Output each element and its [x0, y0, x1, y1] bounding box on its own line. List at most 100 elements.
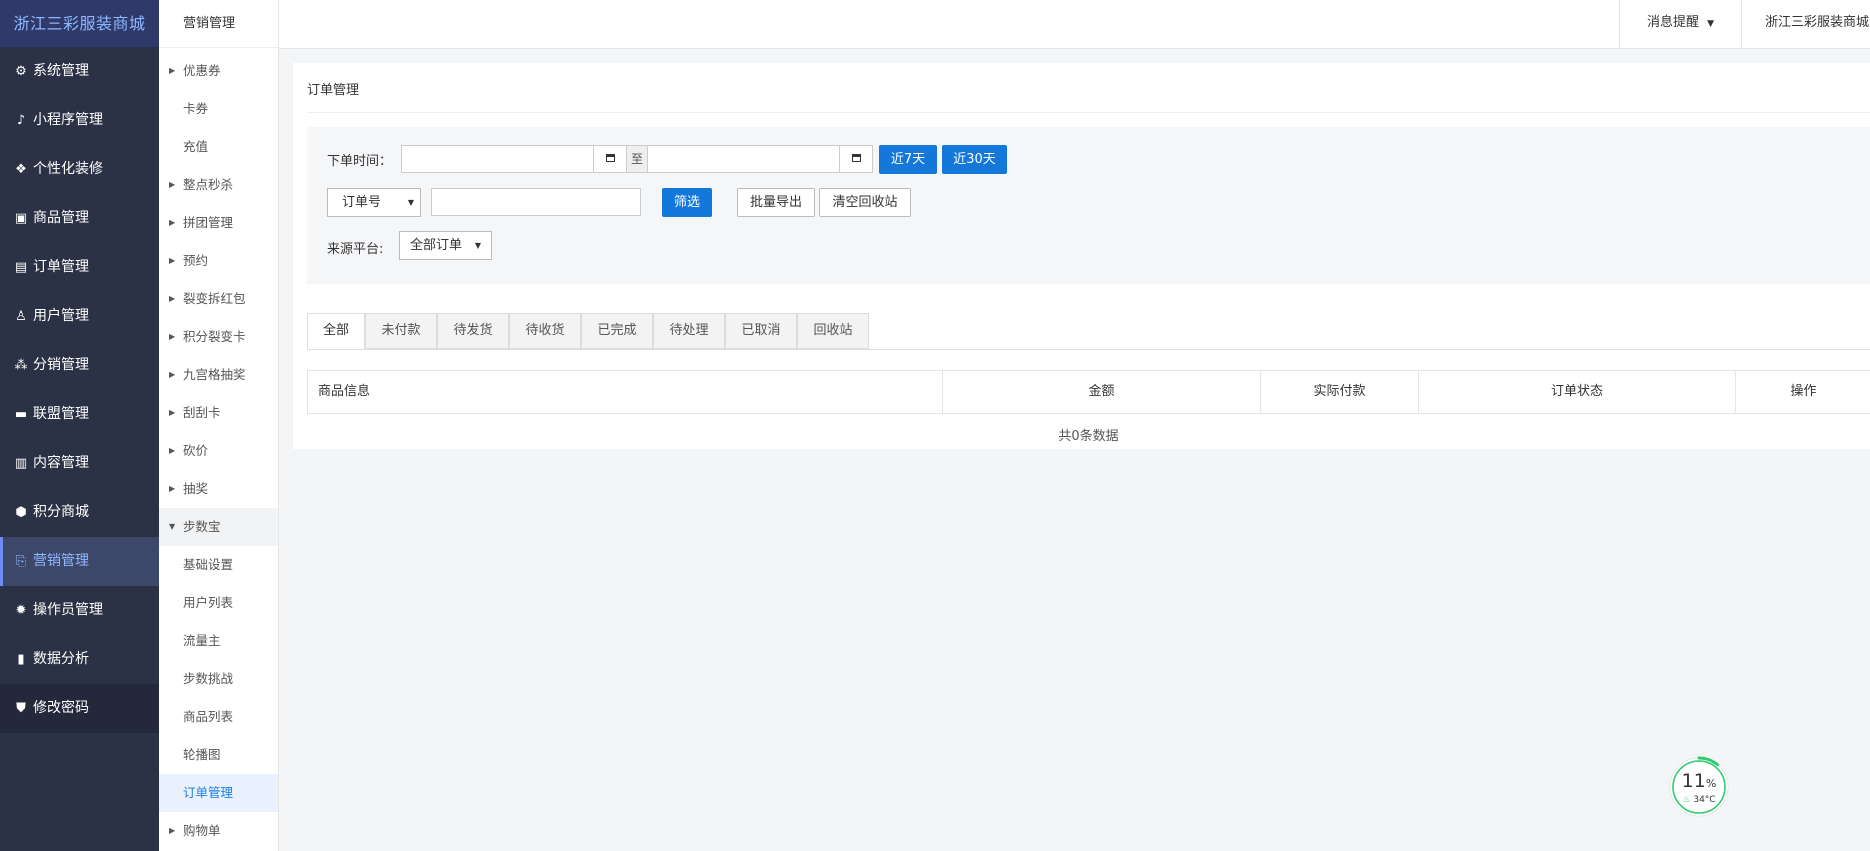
tab-unpaid[interactable]: 未付款 — [365, 313, 437, 349]
nav-item-points-mall[interactable]: ⬢ 积分商城 — [0, 488, 159, 537]
nav-item-users[interactable]: ♙ 用户管理 — [0, 292, 159, 341]
sub-item-label: 购物单 — [183, 823, 221, 838]
sub-item-appointment[interactable]: ▶ 预约 — [159, 242, 278, 280]
nav-label: 分销管理 — [33, 357, 89, 373]
tab-to-ship[interactable]: 待发货 — [437, 313, 509, 349]
title-divider — [307, 112, 1870, 113]
message-reminder-label: 消息提醒 — [1646, 15, 1699, 30]
nav-label: 内容管理 — [33, 455, 89, 471]
message-reminder-dropdown[interactable]: 消息提醒 ▼ — [1619, 0, 1742, 48]
chevron-down-icon: ▼ — [1707, 19, 1715, 29]
sub-item-grid-lottery[interactable]: ▶ 九宫格抽奖 — [159, 356, 278, 394]
sub-item-label: 积分裂变卡 — [183, 329, 246, 344]
sub-item-scratch-card[interactable]: ▶ 刮刮卡 — [159, 394, 278, 432]
sub-item-goods-list[interactable]: 商品列表 — [159, 698, 278, 736]
source-platform-value: 全部订单 — [410, 238, 463, 253]
nav-item-content[interactable]: ▥ 内容管理 — [0, 439, 159, 488]
sub-item-label: 流量主 — [183, 633, 221, 648]
tab-to-receive[interactable]: 待收货 — [509, 313, 581, 349]
sub-item-basic-settings[interactable]: 基础设置 — [159, 546, 278, 584]
search-type-value: 订单号 — [342, 195, 382, 210]
sub-item-label: 充值 — [183, 139, 209, 154]
caret-right-icon: ▶ — [169, 180, 176, 189]
sub-item-bargain[interactable]: ▶ 砍价 — [159, 432, 278, 470]
nav-item-operators[interactable]: ✹ 操作员管理 — [0, 586, 159, 635]
clear-recycle-button[interactable]: 清空回收站 — [819, 188, 911, 217]
sub-item-order-management[interactable]: 订单管理 — [159, 774, 278, 812]
alliance-icon: ▬ — [14, 407, 28, 422]
sub-item-traffic-master[interactable]: 流量主 — [159, 622, 278, 660]
distribution-icon: ⁂ — [14, 358, 28, 373]
tab-recycle-bin[interactable]: 回收站 — [797, 313, 869, 349]
sub-item-label: 基础设置 — [183, 557, 234, 572]
sub-item-card-coupon[interactable]: 卡券 — [159, 90, 278, 128]
date-end-calendar-button[interactable] — [839, 145, 873, 173]
nav-item-analytics[interactable]: ▮ 数据分析 — [0, 635, 159, 684]
date-start-calendar-button[interactable] — [593, 145, 627, 173]
sub-item-carousel[interactable]: 轮播图 — [159, 736, 278, 774]
tab-pending[interactable]: 待处理 — [653, 313, 725, 349]
nav-label: 操作员管理 — [33, 602, 103, 618]
to-separator: 至 — [626, 145, 648, 173]
nav-item-mini-program[interactable]: ♪ 小程序管理 — [0, 96, 159, 145]
nav-item-distribution[interactable]: ⁂ 分销管理 — [0, 341, 159, 390]
monitor-percent-value: 11 — [1681, 770, 1706, 792]
performance-monitor-widget[interactable]: 11% ♨ 34°C — [1667, 755, 1731, 819]
search-type-select[interactable]: 订单号 ▼ — [327, 188, 421, 217]
nav-item-alliance[interactable]: ▬ 联盟管理 — [0, 390, 159, 439]
filter-button[interactable]: 筛选 — [662, 188, 712, 217]
marketing-icon: ⎘ — [15, 554, 27, 569]
caret-right-icon: ▶ — [169, 66, 176, 75]
shop-name-menu[interactable]: 浙江三彩服装商城 — [1765, 0, 1869, 46]
order-table-header: 商品信息 金额 实际付款 订单状态 操作 — [307, 370, 1870, 414]
sub-item-recharge[interactable]: 充值 — [159, 128, 278, 166]
nav-label: 积分商城 — [33, 504, 89, 520]
user-icon: ♙ — [15, 309, 27, 324]
sub-item-lottery[interactable]: ▶ 抽奖 — [159, 470, 278, 508]
sub-item-label: 卡券 — [183, 101, 209, 116]
order-status-tabs: 全部 未付款 待发货 待收货 已完成 待处理 已取消 回收站 — [307, 313, 1870, 350]
monitor-percent-unit: % — [1705, 777, 1717, 790]
date-start-input[interactable] — [401, 145, 594, 173]
sub-item-user-list[interactable]: 用户列表 — [159, 584, 278, 622]
column-amount: 金额 — [943, 371, 1261, 413]
nav-item-marketing[interactable]: ⎘ 营销管理 — [0, 537, 159, 586]
source-platform-label: 来源平台: — [327, 242, 384, 257]
nav-item-goods[interactable]: ▣ 商品管理 — [0, 194, 159, 243]
nav-item-orders[interactable]: ▤ 订单管理 — [0, 243, 159, 292]
nav-item-change-password[interactable]: ⛊ 修改密码 — [0, 684, 159, 733]
nav-item-system[interactable]: ⚙ 系统管理 — [0, 47, 159, 96]
sub-item-label: 步数挑战 — [183, 671, 234, 686]
sub-item-group-buy[interactable]: ▶ 拼团管理 — [159, 204, 278, 242]
last-30-days-button[interactable]: 近30天 — [942, 145, 1007, 174]
sub-item-step-challenge[interactable]: 步数挑战 — [159, 660, 278, 698]
sub-item-label: 九宫格抽奖 — [183, 367, 246, 382]
batch-export-button[interactable]: 批量导出 — [737, 188, 815, 217]
sub-item-step-treasure[interactable]: ▼ 步数宝 — [159, 508, 278, 546]
sub-item-shopping-list[interactable]: ▶ 购物单 — [159, 812, 278, 850]
sub-item-label: 步数宝 — [183, 519, 221, 534]
brand-title[interactable]: 浙江三彩服装商城 — [0, 0, 159, 47]
tab-all[interactable]: 全部 — [307, 313, 365, 349]
nav-item-decoration[interactable]: ❖ 个性化装修 — [0, 145, 159, 194]
sub-item-label: 抽奖 — [183, 481, 209, 496]
sub-item-label: 刮刮卡 — [183, 405, 221, 420]
tab-cancelled[interactable]: 已取消 — [725, 313, 797, 349]
date-end-input[interactable] — [647, 145, 840, 173]
mini-program-icon: ♪ — [16, 113, 26, 128]
sub-item-flash-sale[interactable]: ▶ 整点秒杀 — [159, 166, 278, 204]
sub-item-label: 预约 — [183, 253, 209, 268]
main-sidebar: 浙江三彩服装商城 ⚙ 系统管理 ♪ 小程序管理 ❖ 个性化装修 ▣ 商品管理 ▤ 订单管理… — [0, 0, 159, 851]
sub-item-coupon[interactable]: ▶ 优惠券 — [159, 52, 278, 90]
sub-item-points-card[interactable]: ▶ 积分裂变卡 — [159, 318, 278, 356]
sub-item-red-packet[interactable]: ▶ 裂变拆红包 — [159, 280, 278, 318]
keyword-input[interactable] — [431, 188, 641, 216]
source-platform-select[interactable]: 全部订单 ▼ — [399, 231, 492, 260]
caret-right-icon: ▶ — [169, 446, 176, 455]
nav-label: 个性化装修 — [33, 161, 103, 177]
tab-completed[interactable]: 已完成 — [581, 313, 653, 349]
triangle-down-icon: ▼ — [407, 198, 414, 207]
last-7-days-button[interactable]: 近7天 — [879, 145, 937, 174]
column-actions: 操作 — [1790, 384, 1817, 399]
caret-down-icon: ▼ — [169, 522, 176, 531]
